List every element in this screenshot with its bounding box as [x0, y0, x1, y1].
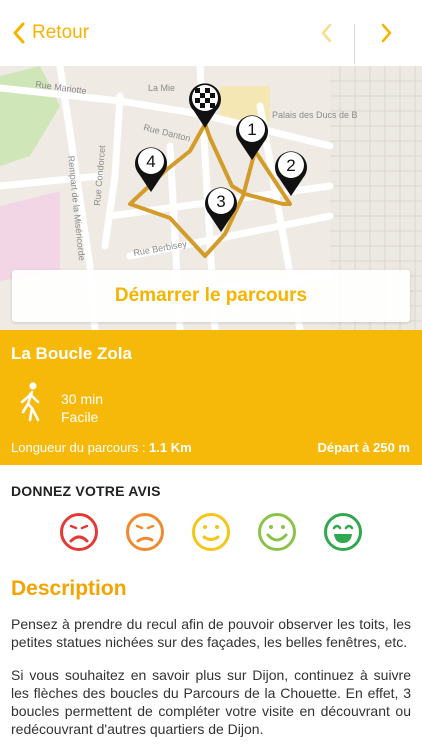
tour-length-value: 1.1 Km [149, 440, 192, 455]
back-button[interactable]: Retour [12, 20, 89, 46]
tour-info-panel: La Boucle Zola 30 min Facile Longueur du… [0, 330, 422, 465]
tour-difficulty: Facile [61, 409, 99, 425]
happy-face-icon[interactable] [257, 512, 297, 552]
very-happy-face-icon[interactable] [323, 512, 363, 552]
tour-duration: 30 min [61, 391, 104, 407]
top-bar: Retour [0, 0, 422, 67]
tour-title: La Boucle Zola [11, 344, 132, 363]
map-poi-label: La Mie [148, 83, 175, 93]
start-route-label: Démarrer le parcours [114, 285, 308, 306]
neutral-face-icon[interactable] [191, 512, 231, 552]
next-button[interactable] [372, 18, 402, 48]
nav-divider [354, 24, 355, 64]
start-route-button[interactable]: Démarrer le parcours [12, 270, 410, 322]
chevron-left-icon [13, 22, 25, 44]
svg-text:3: 3 [216, 192, 225, 211]
sad-face-icon[interactable] [125, 512, 165, 552]
chevron-left-icon [321, 23, 332, 43]
chevron-right-icon [381, 23, 392, 43]
svg-text:2: 2 [286, 156, 295, 175]
feedback-title: DONNEZ VOTRE AVIS [11, 483, 161, 499]
svg-text:4: 4 [146, 152, 155, 171]
previous-button[interactable] [312, 18, 342, 48]
tour-length: Longueur du parcours : 1.1 Km [11, 440, 192, 455]
description-paragraph: Si vous souhaitez en savoir plus sur Dij… [11, 667, 411, 737]
walking-person-icon [18, 382, 46, 427]
very-sad-face-icon[interactable] [59, 512, 99, 552]
back-label: Retour [32, 22, 90, 43]
map-poi-label: Palais des Ducs de B [272, 110, 358, 120]
departure-distance: Départ à 250 m [317, 440, 411, 455]
rating-faces [0, 512, 422, 554]
description-title: Description [11, 577, 127, 600]
tour-length-label: Longueur du parcours : [11, 440, 150, 455]
description-paragraph: Pensez à prendre du recul afin de pouvoi… [11, 616, 411, 650]
svg-text:1: 1 [247, 120, 256, 139]
